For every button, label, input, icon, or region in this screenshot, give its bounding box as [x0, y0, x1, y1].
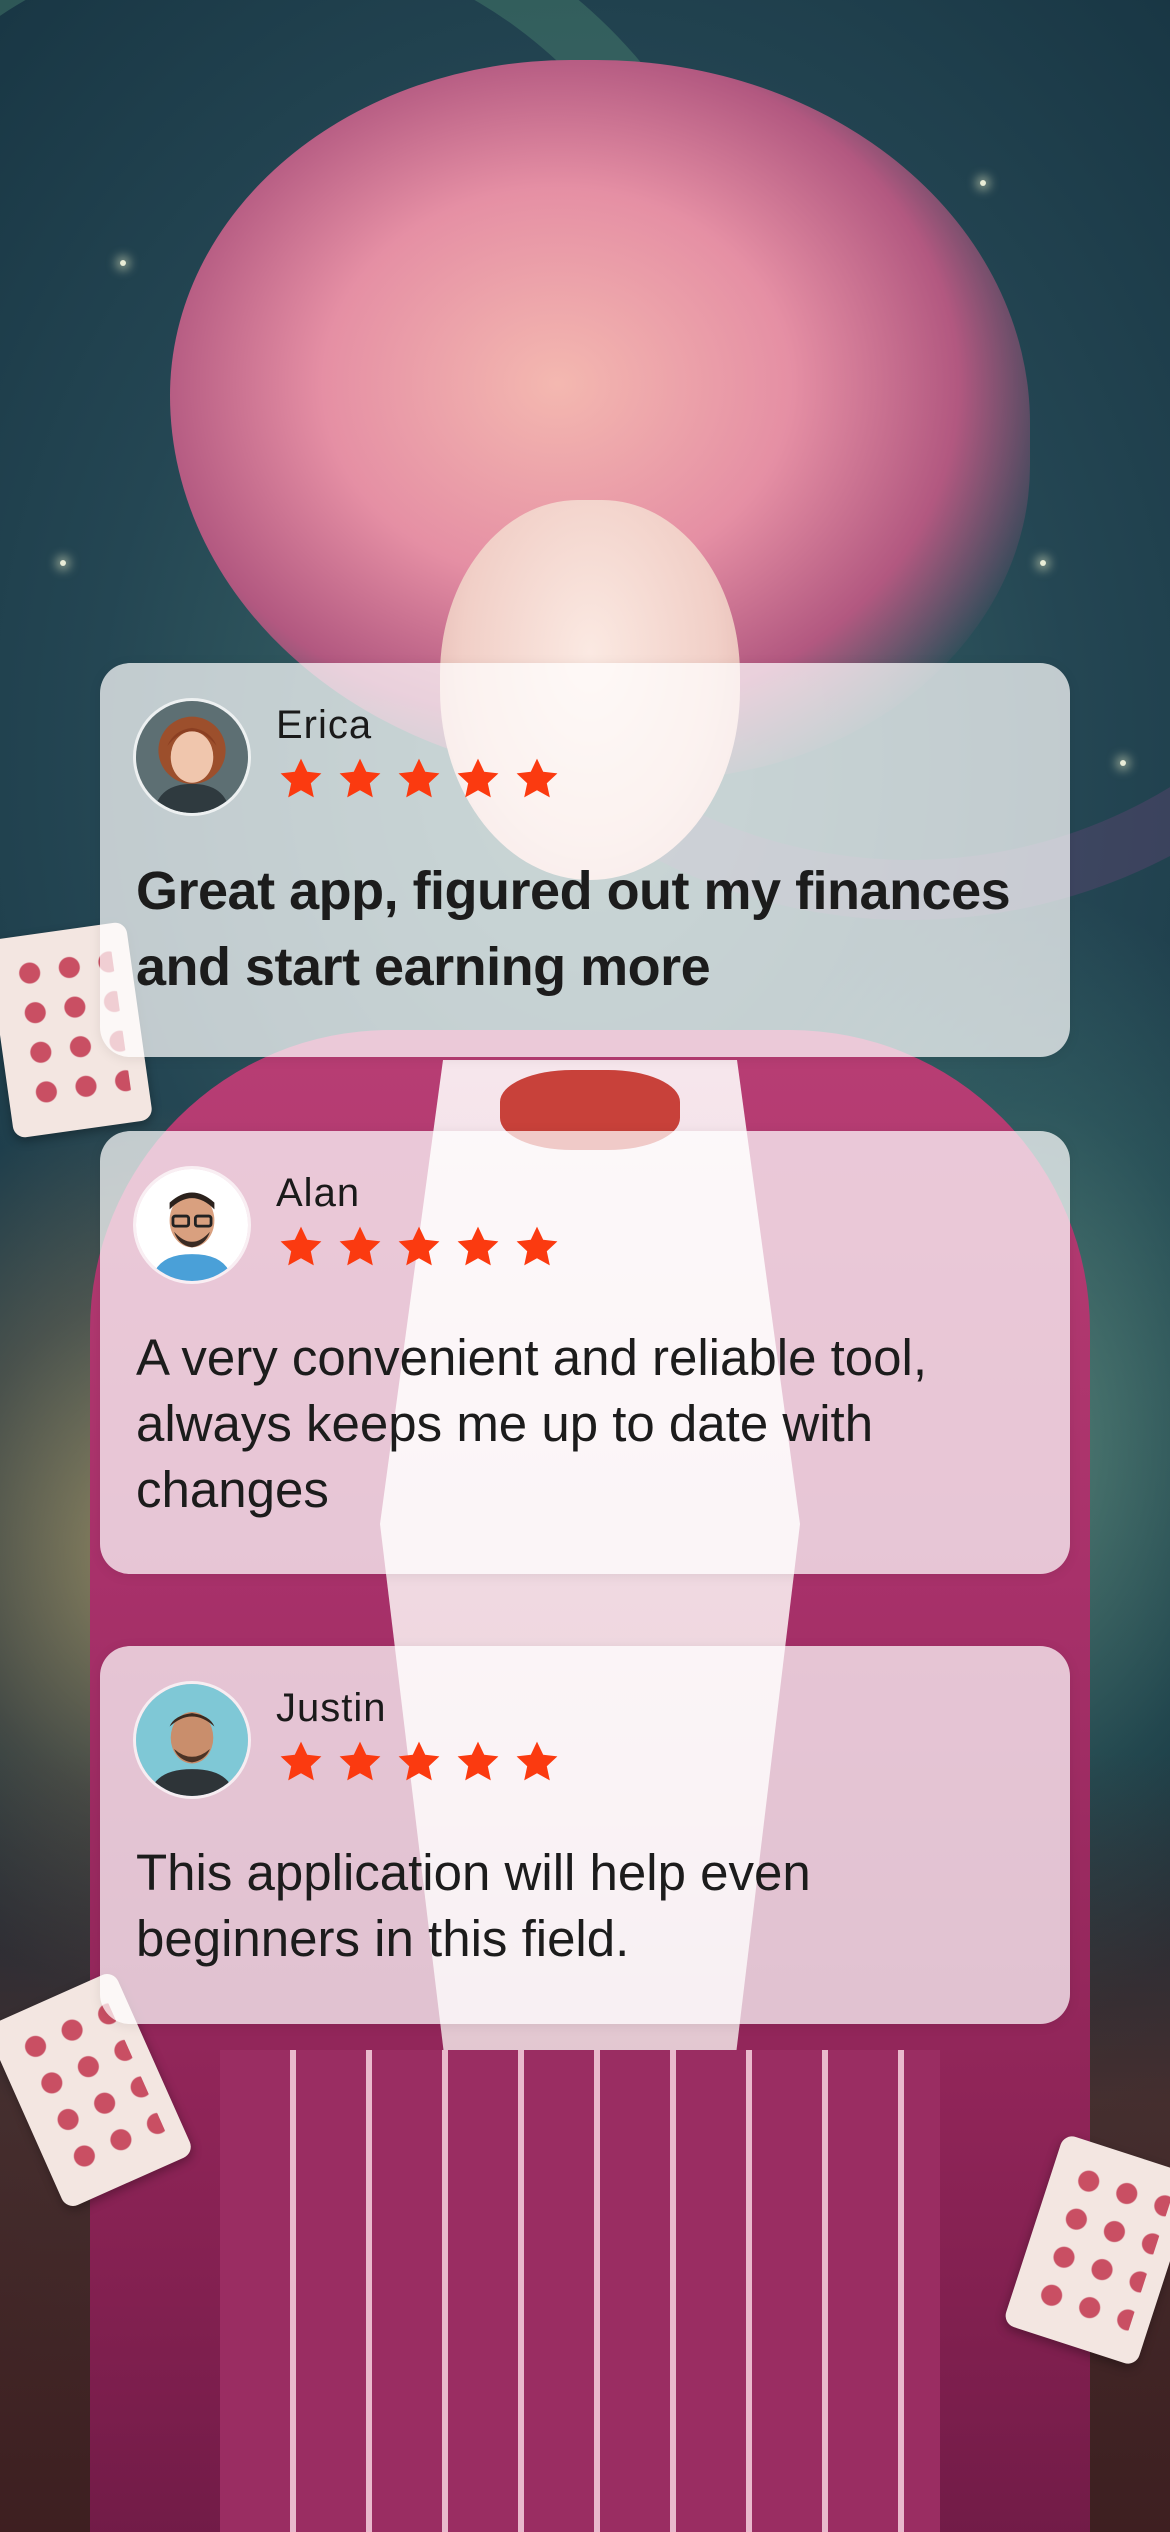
star-icon	[339, 758, 381, 798]
star-icon	[398, 1226, 440, 1266]
review-text: A very convenient and reliable tool, alw…	[136, 1329, 927, 1518]
sparkle-icon	[120, 260, 126, 266]
avatar	[136, 1684, 248, 1796]
avatar-alan-icon	[136, 1169, 248, 1281]
avatar	[136, 701, 248, 813]
sparkle-icon	[60, 560, 66, 566]
figure-trousers	[220, 2050, 940, 2532]
reviewer-name: Alan	[276, 1171, 361, 1215]
avatar	[136, 1169, 248, 1281]
star-icon	[280, 1741, 322, 1781]
sparkle-icon	[980, 180, 986, 186]
star-icon	[398, 1741, 440, 1781]
avatar-erica-icon	[136, 701, 248, 813]
sparkle-icon	[1120, 760, 1126, 766]
star-icon	[516, 1226, 558, 1266]
star-icon	[516, 758, 558, 798]
star-icon	[457, 1226, 499, 1266]
star-icon	[398, 758, 440, 798]
star-rating	[276, 1223, 562, 1271]
review-card: Erica Great app, figured out my finances…	[100, 663, 1070, 1057]
sparkle-icon	[1040, 560, 1046, 566]
star-icon	[457, 1741, 499, 1781]
review-header: Erica	[136, 701, 1032, 813]
review-text: Great app, figured out my finances and s…	[136, 861, 1011, 997]
avatar-justin-icon	[136, 1684, 248, 1796]
star-icon	[280, 1226, 322, 1266]
reviewer-name: Justin	[276, 1686, 387, 1730]
reviewer-name: Erica	[276, 703, 373, 747]
review-card: Justin This application will help even b…	[100, 1646, 1070, 2024]
review-header: Alan	[136, 1169, 1032, 1281]
review-header: Justin	[136, 1684, 1032, 1796]
star-rating	[276, 755, 562, 803]
star-rating	[276, 1738, 562, 1786]
review-text: This application will help even beginner…	[136, 1844, 811, 1967]
star-icon	[516, 1741, 558, 1781]
star-icon	[339, 1226, 381, 1266]
star-icon	[280, 758, 322, 798]
review-card: Alan A very convenient and reliable tool…	[100, 1131, 1070, 1574]
star-icon	[457, 758, 499, 798]
star-icon	[339, 1741, 381, 1781]
